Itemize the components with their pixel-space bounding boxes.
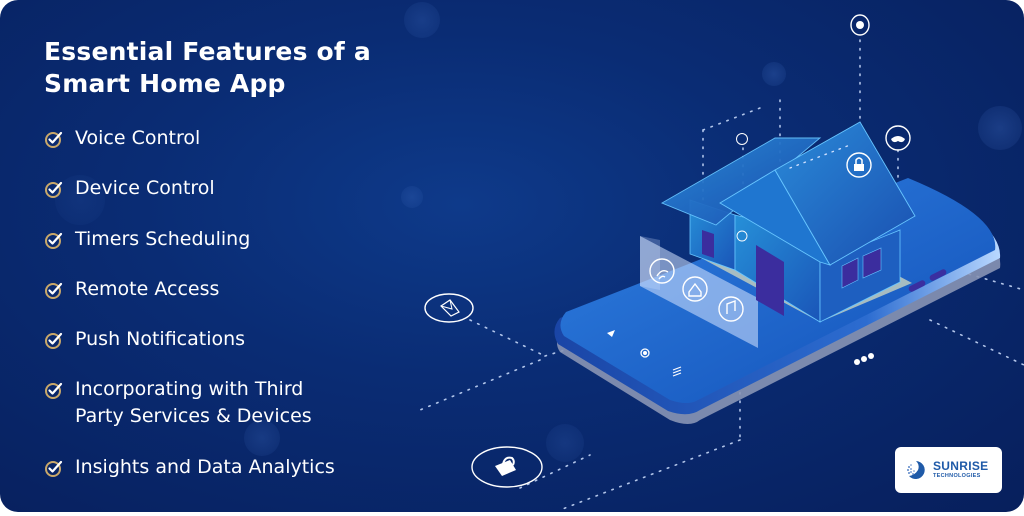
check-circle-icon bbox=[45, 232, 63, 249]
infographic-card: Essential Features of a Smart Home App V… bbox=[0, 0, 1024, 512]
feature-label: Device Control bbox=[75, 177, 215, 199]
feature-label: Insights and Data Analytics bbox=[75, 456, 335, 478]
feature-label: Timers Scheduling bbox=[75, 228, 251, 250]
feature-item: Insights and Data Analytics bbox=[44, 454, 335, 481]
feature-item: Incorporating with Third Party Services … bbox=[44, 376, 312, 430]
check-circle-icon bbox=[45, 181, 63, 198]
bokeh-circle bbox=[401, 186, 423, 208]
bokeh-circle bbox=[404, 2, 440, 38]
sunrise-logo-mark-icon bbox=[907, 461, 925, 479]
bokeh-circle bbox=[978, 106, 1022, 150]
feature-label: Party Services & Devices bbox=[75, 405, 312, 427]
feature-item: Push Notifications bbox=[44, 326, 245, 353]
feature-item: Voice Control bbox=[44, 125, 200, 152]
check-circle-icon bbox=[45, 460, 63, 477]
check-circle-icon bbox=[45, 131, 63, 148]
gamepad-icon bbox=[885, 125, 911, 151]
title-line-1: Essential Features of a bbox=[44, 37, 371, 66]
feature-label: Incorporating with Third bbox=[75, 378, 304, 400]
feature-item: Device Control bbox=[44, 175, 215, 202]
bokeh-circle bbox=[762, 62, 786, 86]
more-dots-icon bbox=[854, 353, 874, 365]
sunrise-logo: SUNRISE TECHNOLOGIES bbox=[895, 447, 1002, 493]
logo-subtitle: TECHNOLOGIES bbox=[933, 473, 981, 480]
feature-item: Remote Access bbox=[44, 276, 219, 303]
page-title: Essential Features of a Smart Home App bbox=[44, 36, 371, 100]
music-icon bbox=[736, 133, 748, 145]
brain-icon bbox=[850, 14, 870, 36]
bokeh-circle bbox=[546, 424, 584, 462]
feature-label: Push Notifications bbox=[75, 328, 246, 350]
envelope-icon bbox=[424, 293, 474, 323]
logo-name: SUNRISE bbox=[933, 459, 989, 474]
feature-label: Remote Access bbox=[75, 278, 220, 300]
padlock-icon bbox=[471, 446, 543, 488]
check-circle-icon bbox=[45, 332, 63, 349]
check-circle-icon bbox=[45, 382, 63, 399]
title-line-2: Smart Home App bbox=[44, 69, 286, 98]
feature-item: Timers Scheduling bbox=[44, 226, 250, 253]
check-circle-icon bbox=[45, 282, 63, 299]
feature-label: Voice Control bbox=[75, 127, 201, 149]
